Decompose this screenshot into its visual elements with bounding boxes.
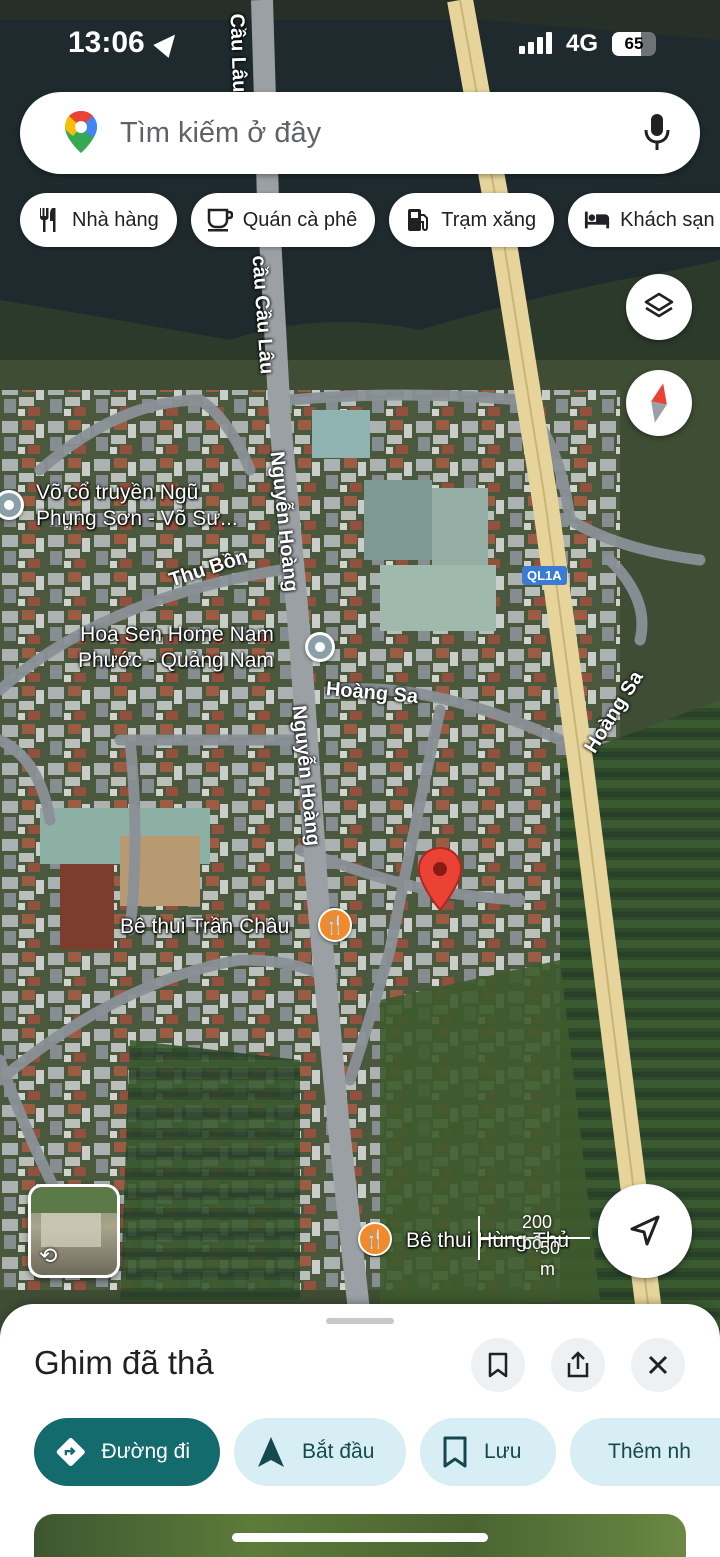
poi-label-vo-co[interactable]: Võ cổ truyền Ngũ Phụng Sơn - Võ Sư... [36, 480, 238, 532]
category-chips: Nhà hàng Quán cà phê Trạm xăng Khách sạn [20, 193, 720, 247]
status-bar: 13:06 4G 65 [0, 22, 720, 66]
street-view-thumbnail[interactable]: ⟲ [28, 1184, 120, 1278]
navigation-arrow-icon [258, 1437, 284, 1467]
battery-icon: 65 [612, 32, 656, 56]
chip-label: Trạm xăng [441, 208, 537, 231]
share-button[interactable] [551, 1338, 605, 1392]
location-arrow-icon [630, 1215, 660, 1246]
chip-label: Nhà hàng [72, 208, 159, 231]
share-icon [567, 1351, 589, 1378]
scale-metric: 50 m [540, 1238, 561, 1279]
dropped-pin-icon[interactable] [417, 846, 463, 912]
directions-button[interactable]: Đường đi [34, 1418, 220, 1486]
search-input[interactable] [120, 106, 640, 160]
poi-label-hoa-sen[interactable]: Hoa Sen Home Nam Phước - Quảng Nam [78, 622, 274, 674]
chip-coffee[interactable]: Quán cà phê [190, 193, 376, 247]
hotel-icon [584, 207, 610, 233]
action-label: Đường đi [101, 1440, 190, 1463]
chip-label: Quán cà phê [242, 208, 358, 231]
layers-icon [644, 292, 674, 318]
network-type: 4G [566, 30, 599, 57]
google-maps-logo-icon [65, 111, 97, 153]
save-bookmark-button[interactable] [471, 1338, 525, 1392]
close-icon [648, 1355, 668, 1375]
poi-marker[interactable] [305, 632, 335, 662]
chip-label: Khách sạn [620, 208, 715, 231]
add-label-button[interactable]: Thêm nh [570, 1418, 720, 1486]
place-bottom-sheet[interactable]: Ghim đã thả Đường đi Bắt đầu Lưu Thêm nh [0, 1304, 720, 1557]
location-services-icon [153, 28, 183, 58]
action-label: Bắt đầu [302, 1440, 375, 1463]
directions-icon [56, 1437, 85, 1467]
poi-label-be-thui-tran-chau[interactable]: Bê thui Trần Châu [120, 914, 289, 940]
action-label: Thêm nh [608, 1440, 691, 1463]
battery-level: 65 [624, 34, 644, 53]
microphone-icon[interactable] [642, 112, 672, 152]
action-buttons: Đường đi Bắt đầu Lưu Thêm nh [34, 1418, 720, 1486]
bookmark-icon [443, 1436, 467, 1468]
chip-restaurant[interactable]: Nhà hàng [20, 193, 177, 247]
sheet-title: Ghim đã thả [34, 1344, 214, 1381]
restaurant-poi-icon[interactable]: 🍴 [318, 908, 352, 942]
rotate-360-icon: ⟲ [39, 1243, 58, 1268]
cellular-signal-icon [519, 32, 552, 54]
status-time: 13:06 [68, 26, 145, 59]
restaurant-poi-icon[interactable]: 🍴 [358, 1222, 392, 1256]
start-button[interactable]: Bắt đầu [234, 1418, 406, 1486]
my-location-button[interactable] [598, 1184, 692, 1278]
coffee-icon [207, 207, 233, 233]
close-button[interactable] [631, 1338, 685, 1392]
highway-shield-ql1a: QL1A [522, 566, 567, 585]
save-button[interactable]: Lưu [420, 1418, 556, 1486]
drag-handle[interactable] [326, 1318, 394, 1324]
home-indicator[interactable] [232, 1533, 488, 1542]
bookmark-icon [488, 1352, 508, 1378]
search-bar[interactable] [20, 92, 700, 174]
compass-icon [651, 383, 667, 423]
layers-button[interactable] [626, 274, 692, 340]
restaurant-icon [36, 207, 62, 233]
compass-button[interactable] [626, 370, 692, 436]
chip-gas-station[interactable]: Trạm xăng [389, 193, 555, 247]
action-label: Lưu [484, 1440, 522, 1463]
chip-hotel[interactable]: Khách sạn [568, 193, 720, 247]
gas-station-icon [405, 207, 431, 233]
